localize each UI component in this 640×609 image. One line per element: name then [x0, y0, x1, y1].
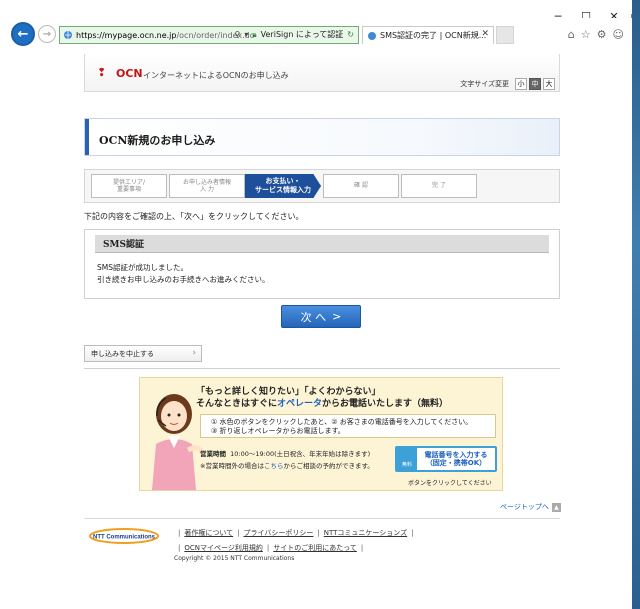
page-top-link[interactable]: ページトップへ ▲ — [500, 502, 561, 512]
web-page: ❢ OCN インターネットによるOCNのお申し込み 文字サイズ変更 小 中 大 … — [0, 52, 632, 609]
page-icon — [64, 31, 72, 39]
banner-instructions: ① 水色のボタンをクリックしたあと、② お客さまの電話番号を入力してください。 … — [200, 414, 496, 438]
page-title: OCN新規のお申し込み — [99, 134, 216, 147]
footer-link-privacy[interactable]: プライバシーポリシー — [244, 529, 314, 537]
ocn-logo[interactable]: ❢ OCN — [97, 66, 143, 80]
arrow-left-icon: ← — [17, 26, 29, 42]
sms-heading: SMS認証 — [95, 235, 549, 253]
off-hours-note: ※営業時間外の場合はこちらからご相談の予約ができます。 — [200, 462, 374, 470]
step-complete: 完 了 — [401, 174, 477, 198]
ntt-communications-logo: NTT Communications — [89, 528, 159, 544]
copyright: Copyright © 2015 NTT Communications — [174, 555, 295, 562]
refresh-icon[interactable]: ↻ — [347, 30, 354, 39]
footer-links: | 著作権について | プライバシーポリシー | NTTコミュニケーションズ | | OCNマ… — [178, 529, 414, 552]
home-icon[interactable]: ⌂ — [568, 28, 575, 41]
new-tab-button[interactable] — [496, 26, 514, 44]
svg-text:NTT Communications: NTT Communications — [93, 535, 156, 541]
search-icon[interactable]: ⚲ — [235, 30, 241, 39]
font-size-small-button[interactable]: 小 — [515, 78, 527, 90]
font-size-label: 文字サイズ変更 — [460, 80, 509, 88]
business-hours: 営業時間 10:00～19:00(土日祝含、年末年始は除きます) — [200, 450, 371, 458]
back-button[interactable]: ← — [11, 22, 35, 46]
sms-result-box: SMS認証 SMS認証が成功しました。 引き続きお申し込みのお手続きへお進みくだ… — [84, 229, 560, 299]
ocn-mark-icon: ❢ — [97, 66, 107, 79]
call-button-note: ボタンをクリックしてください — [408, 480, 492, 487]
divider — [84, 368, 560, 369]
banner-step-2: ③ 折り返しオペレータからお電話します。 — [211, 427, 345, 436]
page-title-box: OCN新規のお申し込み — [84, 118, 560, 156]
address-row: ← → https://mypage.ocn.ne.jp/ocn/order/i… — [0, 18, 632, 52]
font-size-medium-button[interactable]: 中 — [529, 78, 541, 90]
banner-step-1: ① 水色のボタンをクリックしたあと、② お客さまの電話番号を入力してください。 — [211, 418, 473, 426]
browser-window: ─ ☐ ✕ ← → https://mypage.ocn.ne.jp/ocn/o… — [0, 0, 632, 609]
phone-input-label: 電話番号を入力する （固定・携帯OK） — [424, 450, 488, 467]
next-button[interactable]: 次 へ > — [281, 305, 361, 328]
footer-link-nttcom[interactable]: NTTコミュニケーションズ — [324, 529, 407, 537]
instruction-text: 下記の内容をご確認の上、「次へ」をクリックしてください。 — [84, 212, 304, 221]
banner-heading-2: そんなときはすぐにオペレータからお電話いたします（無料） — [196, 399, 449, 409]
sms-message-continue: 引き続きお申し込みのお手続きへお進みください。 — [97, 275, 270, 284]
arrow-up-icon: ▲ — [551, 502, 561, 512]
chevron-right-icon: › — [192, 348, 196, 358]
title-bar: ─ ☐ ✕ — [0, 0, 632, 23]
site-header: ❢ OCN インターネットによるOCNのお申し込み 文字サイズ変更 小 中 大 — [84, 54, 560, 92]
progress-steps: 提供エリア/ 重要事項 お申し込み者情報 入 力 お支払い・ サービス情報入力 … — [84, 169, 560, 203]
chevron-right-icon: > — [332, 310, 342, 323]
footer-divider — [84, 518, 560, 519]
reservation-link[interactable]: こちら — [264, 462, 284, 470]
favorites-icon[interactable]: ☆ — [581, 28, 591, 41]
dropdown-icon[interactable]: ▾ — [244, 30, 248, 39]
browser-toolbar: ⌂ ☆ ⚙ ☺ — [568, 28, 624, 41]
phone-free-icon: 無料 — [397, 448, 417, 470]
step-applicant-info: お申し込み者情報 入 力 — [169, 174, 245, 198]
lock-icon[interactable]: 🔒︎ — [252, 30, 256, 40]
step-payment-current: お支払い・ サービス情報入力 — [245, 174, 321, 198]
browser-tab[interactable]: SMS認証の完了 | OCN新規... ✕ — [362, 26, 494, 44]
footer-link-terms[interactable]: OCNマイページ利用規約 — [184, 544, 263, 552]
font-size-switcher: 文字サイズ変更 小 中 大 — [460, 78, 555, 90]
certificate-label[interactable]: VeriSign によって認証 — [261, 29, 344, 40]
font-size-large-button[interactable]: 大 — [543, 78, 555, 90]
url-text: https://mypage.ocn.ne.jp/ocn/order/index… — [76, 30, 255, 40]
forward-button[interactable]: → — [38, 25, 56, 43]
header-tagline: インターネットによるOCNのお申し込み — [143, 71, 289, 80]
tab-favicon-icon — [368, 31, 376, 40]
next-button-label: 次 へ — [300, 310, 327, 324]
operator-callback-banner: 「もっと詳しく知りたい」「よくわからない」 そんなときはすぐにオペレータからお電… — [139, 377, 503, 491]
step-confirm: 確 認 — [323, 174, 399, 198]
cancel-application-button[interactable]: 申し込みを中止する › — [84, 345, 202, 362]
close-tab-icon[interactable]: ✕ — [481, 29, 489, 39]
step-area: 提供エリア/ 重要事項 — [91, 174, 167, 198]
smiley-icon[interactable]: ☺ — [613, 28, 624, 41]
address-tools: ⚲ ▾ 🔒︎ VeriSign によって認証 ↻ — [235, 29, 354, 40]
address-bar[interactable]: https://mypage.ocn.ne.jp/ocn/order/index… — [59, 26, 359, 44]
tab-title: SMS認証の完了 | OCN新規... — [380, 31, 487, 40]
sms-message-success: SMS認証が成功しました。 — [97, 263, 188, 272]
footer-link-site-usage[interactable]: サイトのご利用にあたって — [273, 544, 357, 552]
title-accent-bar — [85, 119, 89, 155]
footer-link-copyright[interactable]: 著作権について — [184, 529, 233, 537]
arrow-right-icon: → — [42, 28, 52, 40]
phone-input-button[interactable]: 無料 電話番号を入力する （固定・携帯OK） — [395, 446, 497, 472]
settings-gear-icon[interactable]: ⚙ — [597, 28, 607, 41]
